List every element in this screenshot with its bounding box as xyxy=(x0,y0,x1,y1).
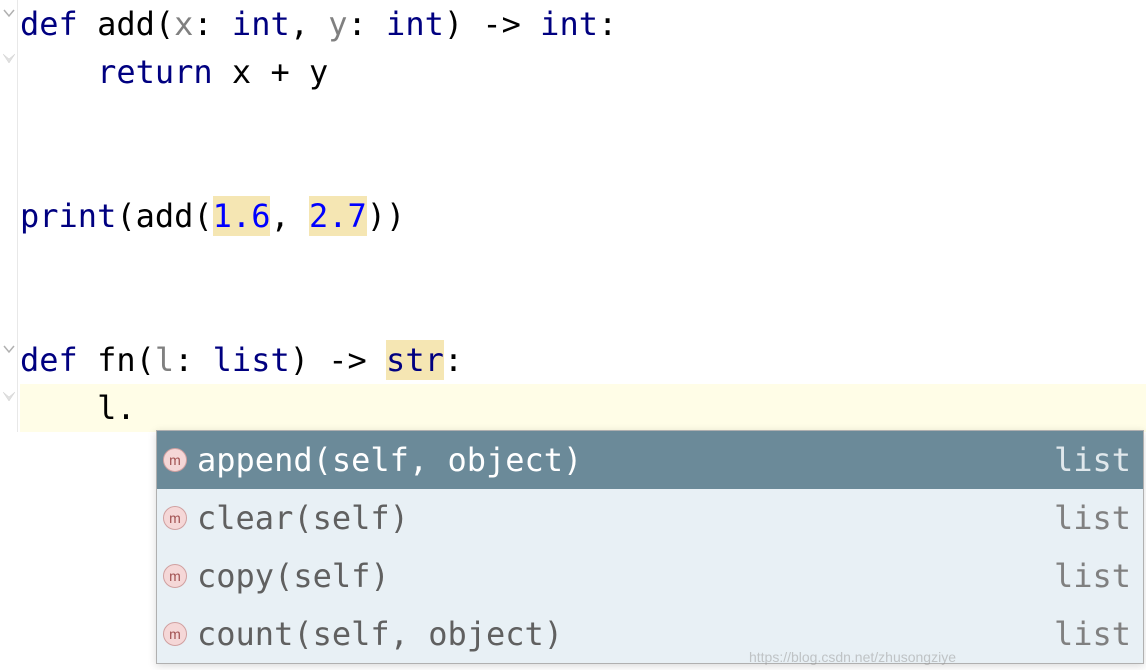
completion-signature: count(self, object) xyxy=(197,615,1054,653)
completion-origin: list xyxy=(1054,557,1131,595)
completion-item[interactable]: m clear(self)list xyxy=(157,489,1143,547)
code-line-9-current[interactable]: l. xyxy=(20,384,1146,432)
completion-origin: list xyxy=(1054,441,1131,479)
return-type-warning: str xyxy=(386,340,444,380)
fold-marker[interactable] xyxy=(0,344,18,356)
completion-item[interactable]: m append(self, object)list xyxy=(157,431,1143,489)
code-line-3[interactable] xyxy=(20,96,1146,144)
code-editor[interactable]: def add(x: int, y: int) -> int: return x… xyxy=(0,0,1146,432)
param: x xyxy=(174,5,193,43)
number-literal-warning: 2.7 xyxy=(309,196,367,236)
function-call: add xyxy=(136,197,194,235)
param: y xyxy=(328,5,347,43)
completion-signature: append(self, object) xyxy=(197,441,1054,479)
method-icon: m xyxy=(163,448,187,472)
code-line-5[interactable]: print(add(1.6, 2.7)) xyxy=(20,192,1146,240)
method-icon: m xyxy=(163,564,187,588)
fold-end-marker xyxy=(0,390,18,402)
type-annotation: int xyxy=(386,5,444,43)
number-literal-warning: 1.6 xyxy=(213,196,271,236)
param: l xyxy=(155,341,174,379)
keyword-return: return xyxy=(97,53,213,91)
completion-item[interactable]: m copy(self)list xyxy=(157,547,1143,605)
code-line-2[interactable]: return x + y xyxy=(20,48,1146,96)
fold-end-marker xyxy=(0,52,18,64)
function-name: add xyxy=(97,5,155,43)
function-name: fn xyxy=(97,341,136,379)
type-annotation: list xyxy=(213,341,290,379)
builtin-print: print xyxy=(20,197,116,235)
method-icon: m xyxy=(163,506,187,530)
code-line-7[interactable] xyxy=(20,288,1146,336)
completion-item[interactable]: m count(self, object)list xyxy=(157,605,1143,663)
completion-origin: list xyxy=(1054,615,1131,653)
gutter xyxy=(0,0,18,432)
completion-signature: copy(self) xyxy=(197,557,1054,595)
type-annotation: int xyxy=(232,5,290,43)
method-icon: m xyxy=(163,622,187,646)
code-line-1[interactable]: def add(x: int, y: int) -> int: xyxy=(20,0,1146,48)
code-line-6[interactable] xyxy=(20,240,1146,288)
completion-signature: clear(self) xyxy=(197,499,1054,537)
completion-origin: list xyxy=(1054,499,1131,537)
code-line-8[interactable]: def fn(l: list) -> str: xyxy=(20,336,1146,384)
error-squiggle-icon xyxy=(192,426,210,429)
return-type: int xyxy=(540,5,598,43)
keyword-def: def xyxy=(20,5,78,43)
keyword-def: def xyxy=(20,341,78,379)
autocomplete-popup[interactable]: mappend(self, object)listmclear(self)lis… xyxy=(156,430,1144,664)
fold-marker[interactable] xyxy=(0,8,18,20)
watermark: https://blog.csdn.net/zhusongziye xyxy=(749,649,956,665)
code-line-4[interactable] xyxy=(20,144,1146,192)
